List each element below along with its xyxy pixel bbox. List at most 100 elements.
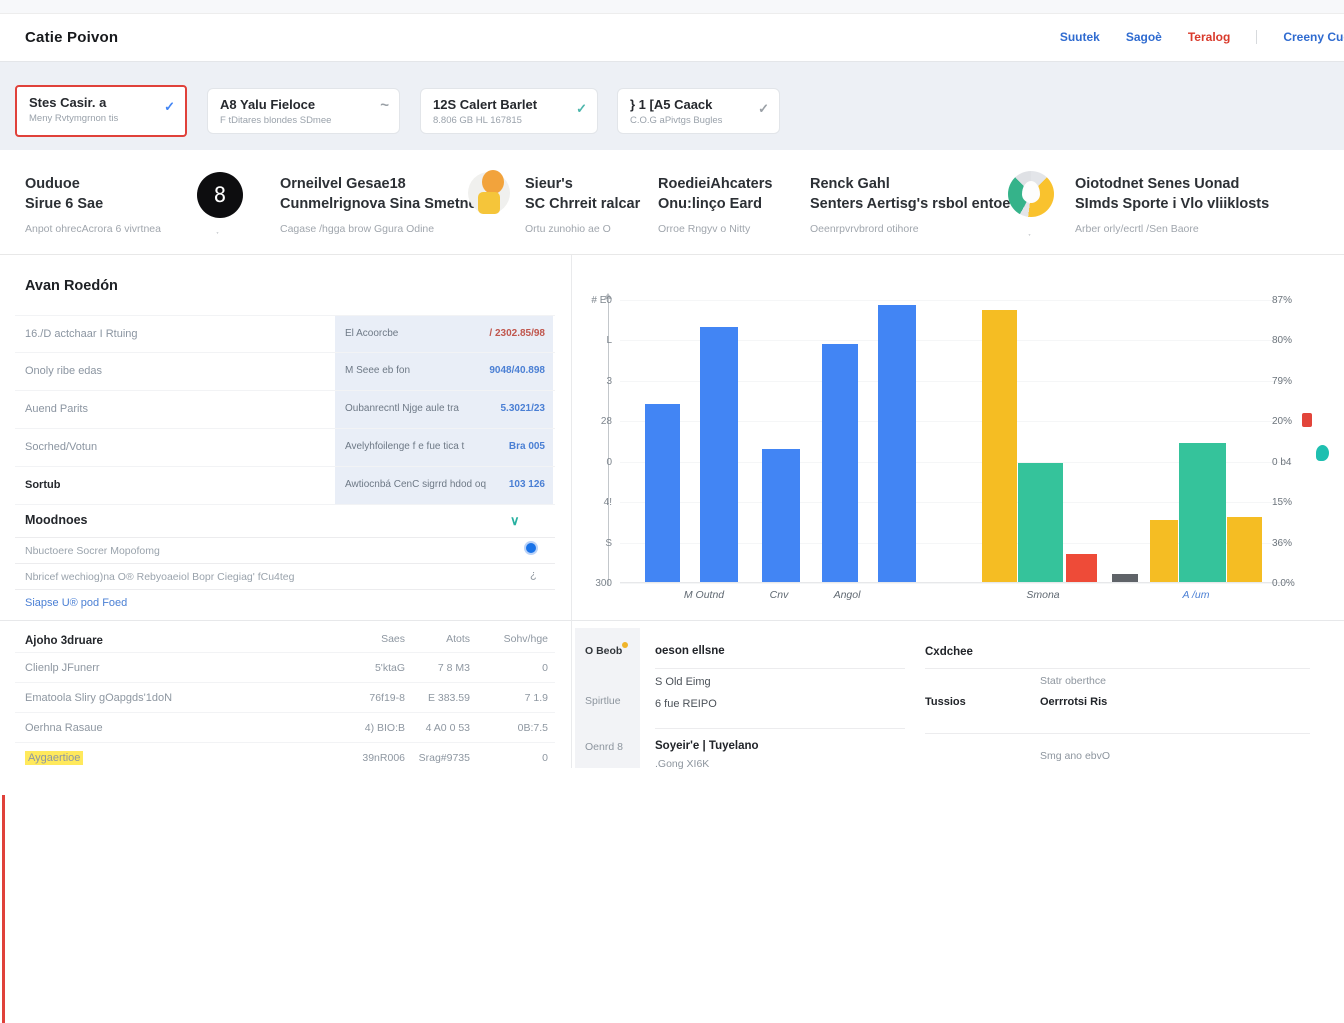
tiny-mark-icon: ˯	[1028, 226, 1031, 236]
nav-link-1[interactable]: Suutek	[1060, 30, 1100, 44]
right-tick-label: 87%	[1272, 295, 1292, 306]
chart-bar	[1066, 554, 1097, 582]
question-icon[interactable]: ¿	[530, 569, 537, 581]
sidebar-item-2[interactable]: Spirtlue	[585, 695, 621, 707]
stat-sublabel: Oubanrecntl Njge aule tra	[345, 403, 459, 414]
check-icon: ✓	[576, 101, 587, 117]
row-name: Aygaertioe	[25, 752, 83, 764]
y-tick-label: # E0	[580, 295, 612, 306]
stat-value: 5.3021/23	[501, 403, 546, 414]
sidebar-item-3[interactable]: Oenrd 8	[585, 741, 623, 753]
feature-title: Sieur's	[525, 176, 573, 192]
chart-bar	[878, 305, 916, 582]
table-row[interactable]: Ematoola Sliry gOapgds'1doN 76f19-8 E 38…	[15, 682, 555, 712]
y-tick-label: 0	[580, 457, 612, 468]
stat-value: 9048/40.898	[489, 365, 545, 376]
left-panel-heading: Avan Roedón	[25, 278, 118, 294]
sidebar-item-1[interactable]: O Beob	[585, 645, 622, 657]
red-annotation-line	[2, 795, 5, 1023]
stat-value: 103 126	[509, 479, 545, 490]
y-tick-label: 28	[580, 416, 612, 427]
blue-circle-icon[interactable]	[524, 541, 538, 555]
table-header: Saes	[345, 633, 405, 645]
card-title: A8 Yalu Fieloce	[220, 97, 387, 112]
feature-subtitle: Oeenrpvrvbrord otihore	[810, 223, 1010, 235]
legend-red-square-icon	[1302, 413, 1312, 427]
stat-row: Socrhed/Votun Avelyhfoilenge f e fue tic…	[15, 429, 555, 467]
yellow-dot-icon	[622, 642, 628, 648]
chevron-down-icon[interactable]: ∨	[510, 513, 520, 529]
chart-bar	[645, 404, 680, 582]
table-row[interactable]: Clienlp JFunerr 5'ktaG 7 8 M3 0	[15, 652, 555, 682]
right-tick-label: 79%	[1272, 376, 1292, 387]
divider	[655, 668, 905, 669]
stat-row: Auend Parits Oubanrecntl Njge aule tra 5…	[15, 391, 555, 429]
toggle-row-label: Nbricef wechiog)na O® Rebyoaeiol Bopr Ci…	[25, 571, 294, 583]
feature-subtitle: Arber orly/ecrtl /Sen Baore	[1075, 223, 1269, 235]
stat-label: Auend Parits	[25, 403, 88, 415]
left-panel: Avan Roedón 16./D actchaar I Rtuing El A…	[0, 255, 572, 768]
chart-bar	[1018, 463, 1063, 582]
card-title: Stes Casir. a	[29, 95, 173, 110]
row-sohvhge: 0B:7.5	[485, 722, 548, 734]
nav-link-2[interactable]: Sagoè	[1126, 30, 1162, 44]
chart-bar	[762, 449, 800, 582]
stat-value-box: M Seee eb fon 9048/40.898	[335, 353, 553, 390]
stat-sublabel: Avelyhfoilenge f e fue tica t	[345, 441, 464, 452]
table-header: Sohv/hge	[485, 633, 548, 645]
stat-label: Sortub	[25, 479, 60, 491]
show-more-link[interactable]: Siapse U® pod Foed	[25, 597, 127, 609]
x-tick-label: Cnv	[770, 589, 789, 601]
chart-bar	[1150, 520, 1178, 582]
y-tick-label: S	[580, 538, 612, 549]
table-row[interactable]: Oerhna Rasaue 4) BIO:B 4 A0 0 53 0B:7.5	[15, 712, 555, 742]
divider	[15, 537, 555, 538]
right-tick-label: 15%	[1272, 497, 1292, 508]
chart-bar	[1227, 517, 1262, 582]
chart-panel: # E0L32804!S300 M OutndCnvAngolSmonaA /u…	[572, 255, 1344, 620]
x-tick-label: M Outnd	[684, 589, 724, 601]
stat-value-box: Oubanrecntl Njge aule tra 5.3021/23	[335, 391, 553, 428]
feature-row: Ouduoe Sirue 6 Sae Anpot ohrecAcrora 6 v…	[0, 150, 1344, 255]
card[interactable]: 12S Calert Barlet 8.806 GB HL 167815 ✓	[420, 88, 598, 134]
y-tick-label: 300	[580, 578, 612, 589]
divider	[0, 620, 572, 621]
chart-bar	[982, 310, 1017, 582]
nav-divider	[1256, 30, 1257, 44]
table-header: Atots	[415, 633, 470, 645]
card-subtitle: Meny Rvtymgrnon tis	[29, 113, 173, 124]
stat-row: 16./D actchaar I Rtuing El Acoorcbe / 23…	[15, 315, 555, 353]
row-saes: 4) BIO:B	[345, 722, 405, 734]
y-tick-label: 4!	[580, 497, 612, 508]
right-tick-label: 36%	[1272, 538, 1292, 549]
card-subtitle: C.O.G aPivtgs Bugles	[630, 115, 767, 126]
check-icon: ✓	[758, 101, 769, 117]
feature-title: Ouduoe	[25, 176, 80, 192]
divider	[15, 589, 555, 590]
row-name: Oerhna Rasaue	[25, 722, 103, 734]
nav-link-4[interactable]: Creeny Cuon	[1283, 30, 1344, 44]
chart-bar	[700, 327, 738, 582]
feature-title: RoedieiAhcaters	[658, 176, 772, 192]
stat-value: / 2302.85/98	[489, 328, 545, 339]
row-name: Clienlp JFunerr	[25, 662, 100, 674]
divider	[572, 620, 1344, 621]
card-highlighted[interactable]: Stes Casir. a Meny Rvtymgrnon tis ✓	[15, 85, 187, 137]
chart-bar	[1112, 574, 1138, 582]
feature-item: Renck Gahl Senters Aertisg's rsbol entoe…	[810, 175, 1010, 235]
card[interactable]: A8 Yalu Fieloce F tDitares blondes SDmee…	[207, 88, 400, 134]
bottom-middle-sidebar: O Beob Spirtlue Oenrd 8	[575, 628, 640, 768]
row-sohvhge: 7 1.9	[485, 692, 548, 704]
dashboard-screen: Catie Poivon Suutek Sagoè Teralog Creeny…	[0, 0, 1344, 768]
feature-subtitle: Anpot ohrecAcrora 6 vivrtnea	[25, 223, 161, 235]
feature-title: Renck Gahl	[810, 176, 890, 192]
check-icon: ✓	[164, 99, 175, 115]
nav-link-3[interactable]: Teralog	[1188, 30, 1230, 44]
card[interactable]: } 1 [A5 Caack C.O.G aPivtgs Bugles ✓	[617, 88, 780, 134]
bottom-middle-row3-sub: .Gong XI6K	[655, 758, 709, 770]
feature-title-2: Cunmelrignova Sina Smetnette	[280, 196, 494, 212]
stat-value: Bra 005	[509, 441, 545, 452]
feature-subtitle: Ortu zunohio ae O	[525, 223, 640, 235]
feature-title-2: Sirue 6 Sae	[25, 196, 103, 212]
legend-teal-drop-icon	[1316, 445, 1329, 461]
